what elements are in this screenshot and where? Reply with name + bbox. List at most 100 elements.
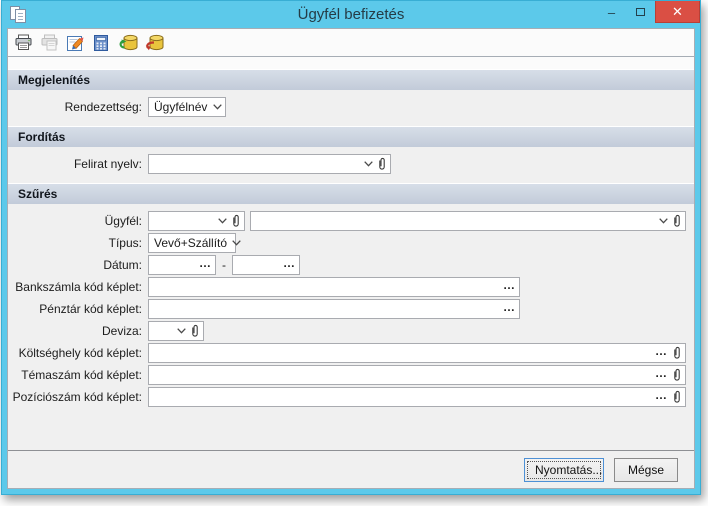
customer-name-input[interactable]: [254, 213, 656, 229]
print-action-button[interactable]: Nyomtatás...: [524, 457, 604, 482]
row-currency: Deviza:: [8, 321, 694, 341]
chevron-down-icon: [232, 240, 241, 246]
print-preview-button[interactable]: [37, 31, 61, 55]
form-area: Megjelenítés Rendezettség: Ügyfélnév For…: [7, 57, 695, 489]
costcenter-formula-input[interactable]: [152, 345, 652, 361]
bank-label: Bankszámla kód képlet:: [15, 280, 142, 294]
position-label: Pozíciószám kód képlet:: [12, 390, 142, 404]
position-formula-input[interactable]: [152, 389, 652, 405]
title-bar: Ügyfél befizetés – ✕: [2, 1, 700, 28]
section-header-translation: Fordítás: [8, 126, 694, 147]
customer-label: Ügyfél:: [104, 214, 142, 228]
row-position: Pozíciószám kód képlet: …: [8, 387, 694, 407]
screenshot-stage: Ügyfél befizetés – ✕ Megjelenítés Rendez…: [0, 0, 708, 506]
calculator-icon: [94, 34, 108, 51]
topic-formula-input[interactable]: [152, 367, 652, 383]
paperclip-icon[interactable]: [672, 390, 682, 404]
top-strip: [8, 57, 694, 69]
order-label: Rendezettség:: [64, 100, 142, 114]
caption-language-input[interactable]: [152, 156, 361, 172]
window-title: Ügyfél befizetés: [297, 6, 405, 23]
cash-formula-field[interactable]: …: [148, 299, 520, 319]
paperclip-icon[interactable]: [672, 368, 682, 382]
row-costcenter: Költséghely kód képlet: …: [8, 343, 694, 363]
row-topic: Témaszám kód képlet: …: [8, 365, 694, 385]
bank-formula-field[interactable]: …: [148, 277, 520, 297]
customer-code-combo[interactable]: [148, 211, 245, 231]
type-select[interactable]: Vevő+Szállító: [148, 233, 241, 253]
minimize-button[interactable]: –: [597, 1, 626, 23]
topic-formula-field[interactable]: …: [148, 365, 686, 385]
chevron-down-icon[interactable]: [659, 218, 668, 224]
currency-input[interactable]: [152, 323, 174, 339]
section-header-display: Megjelenítés: [8, 69, 694, 90]
close-button[interactable]: ✕: [655, 1, 700, 23]
database-export-button[interactable]: [141, 31, 165, 55]
cash-formula-input[interactable]: [152, 301, 500, 317]
date-from-field[interactable]: …: [148, 255, 216, 275]
paperclip-icon[interactable]: [672, 214, 682, 228]
dialog-inner: Megjelenítés Rendezettség: Ügyfélnév For…: [7, 28, 695, 489]
paperclip-icon[interactable]: [190, 324, 200, 338]
bank-formula-input[interactable]: [152, 279, 500, 295]
print-button[interactable]: [11, 31, 35, 55]
paperclip-icon[interactable]: [672, 346, 682, 360]
topic-label: Témaszám kód képlet:: [21, 368, 142, 382]
print-preview-icon: [41, 34, 57, 51]
chevron-down-icon[interactable]: [364, 161, 373, 167]
database-import-icon: [119, 34, 137, 50]
topic-ellipsis-button[interactable]: …: [655, 367, 668, 379]
row-customer: Ügyfél:: [8, 211, 694, 231]
type-label: Típus:: [108, 236, 142, 250]
customer-code-input[interactable]: [152, 213, 215, 229]
row-bank: Bankszámla kód képlet: …: [8, 277, 694, 297]
chevron-down-icon: [213, 104, 222, 110]
cash-ellipsis-button[interactable]: …: [503, 301, 516, 313]
date-from-ellipsis-button[interactable]: …: [199, 257, 212, 269]
paperclip-icon[interactable]: [377, 157, 387, 171]
footer: Nyomtatás... Mégse: [8, 451, 694, 488]
currency-combo[interactable]: [148, 321, 204, 341]
design-icon: [66, 35, 83, 51]
cancel-button[interactable]: Mégse: [614, 457, 678, 482]
order-value: Ügyfélnév: [154, 100, 208, 114]
date-from-input[interactable]: [152, 257, 196, 273]
position-formula-field[interactable]: …: [148, 387, 686, 407]
maximize-button[interactable]: [626, 1, 655, 23]
calculator-button[interactable]: [89, 31, 113, 55]
section-header-filter: Szűrés: [8, 183, 694, 204]
customer-name-combo[interactable]: [250, 211, 686, 231]
costcenter-label: Költséghely kód képlet:: [18, 346, 142, 360]
row-type: Típus: Vevő+Szállító: [8, 233, 694, 253]
caption-buttons: – ✕: [597, 1, 700, 23]
costcenter-formula-field[interactable]: …: [148, 343, 686, 363]
print-icon: [15, 34, 31, 50]
cash-label: Pénztár kód képlet:: [39, 302, 142, 316]
date-label: Dátum:: [103, 258, 142, 272]
row-caption-language: Felirat nyelv:: [8, 154, 694, 174]
database-import-button[interactable]: [115, 31, 139, 55]
order-select[interactable]: Ügyfélnév: [148, 97, 226, 117]
date-to-ellipsis-button[interactable]: …: [283, 257, 296, 269]
type-value: Vevő+Szállító: [154, 236, 228, 250]
database-export-icon: [145, 34, 163, 50]
maximize-icon: [636, 8, 645, 16]
row-order: Rendezettség: Ügyfélnév: [8, 97, 694, 117]
caption-language-label: Felirat nyelv:: [73, 157, 142, 171]
chevron-down-icon[interactable]: [177, 328, 186, 334]
date-to-input[interactable]: [236, 257, 280, 273]
date-to-field[interactable]: …: [232, 255, 300, 275]
date-separator: -: [222, 258, 226, 272]
toolbar: [7, 28, 695, 57]
row-cash: Pénztár kód képlet: …: [8, 299, 694, 319]
dialog-window: Ügyfél befizetés – ✕ Megjelenítés Rendez…: [1, 0, 701, 495]
row-date: Dátum: … - …: [8, 255, 694, 275]
chevron-down-icon[interactable]: [218, 218, 227, 224]
currency-label: Deviza:: [101, 324, 142, 338]
position-ellipsis-button[interactable]: …: [655, 389, 668, 401]
caption-language-combo[interactable]: [148, 154, 391, 174]
costcenter-ellipsis-button[interactable]: …: [655, 345, 668, 357]
paperclip-icon[interactable]: [231, 214, 241, 228]
bank-ellipsis-button[interactable]: …: [503, 279, 516, 291]
design-button[interactable]: [63, 31, 87, 55]
